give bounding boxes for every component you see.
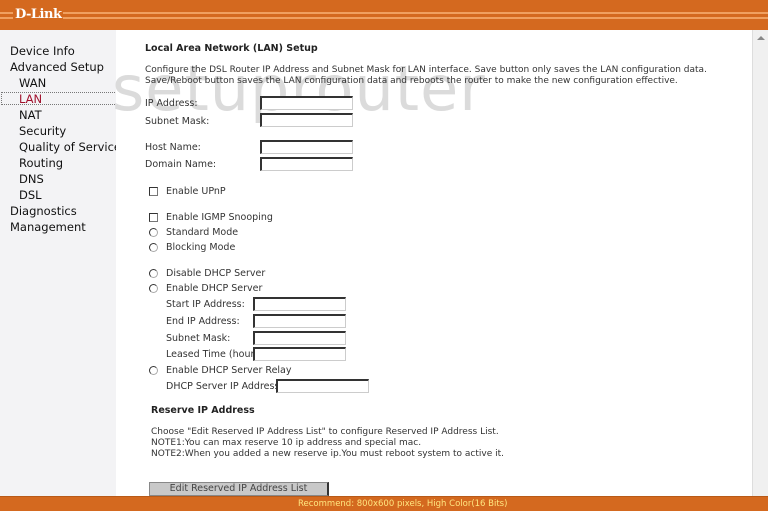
sidebar-item-diagnostics[interactable]: Diagnostics (10, 204, 77, 218)
sidebar-item-device-info[interactable]: Device Info (10, 44, 75, 58)
sidebar-item-advanced-setup[interactable]: Advanced Setup (10, 60, 104, 74)
header-banner: D-Link (0, 0, 768, 30)
page-description: Configure the DSL Router IP Address and … (145, 65, 707, 86)
vertical-scrollbar[interactable] (752, 30, 768, 496)
sidebar-item-security[interactable]: Security (19, 124, 66, 138)
domain-name-label: Domain Name: (145, 159, 217, 170)
disable-dhcp-label: Disable DHCP Server (166, 268, 266, 279)
start-ip-input[interactable] (253, 297, 346, 311)
enable-dhcp-label: Enable DHCP Server (166, 283, 263, 294)
blocking-mode-radio[interactable] (149, 243, 158, 252)
sidebar-item-wan[interactable]: WAN (19, 76, 46, 90)
dlink-logo: D-Link (13, 7, 64, 22)
standard-mode-radio[interactable] (149, 228, 158, 237)
enable-dhcp-radio[interactable] (149, 284, 158, 293)
scroll-up-arrow-icon[interactable] (757, 36, 765, 40)
dhcp-server-ip-label: DHCP Server IP Address: (166, 381, 283, 392)
enable-igmp-label: Enable IGMP Snooping (166, 212, 273, 223)
page-title: Local Area Network (LAN) Setup (145, 43, 318, 54)
sidebar-item-lan[interactable]: LAN (19, 92, 42, 106)
dhcp-relay-radio[interactable] (149, 366, 158, 375)
reserve-ip-note2: NOTE2:When you added a new reserve ip.Yo… (151, 449, 504, 459)
lease-time-input[interactable] (253, 347, 346, 361)
domain-name-input[interactable] (260, 157, 353, 171)
end-ip-input[interactable] (253, 314, 346, 328)
host-name-input[interactable] (260, 140, 353, 154)
header-stripe (0, 17, 768, 19)
ip-address-input[interactable] (260, 96, 353, 110)
sidebar-item-nat[interactable]: NAT (19, 108, 42, 122)
reserve-ip-note1: NOTE1:You can max reserve 10 ip address … (151, 438, 422, 448)
enable-upnp-checkbox[interactable] (149, 187, 158, 196)
end-ip-label: End IP Address: (166, 316, 240, 327)
reserve-ip-instructions: Choose "Edit Reserved IP Address List" t… (151, 427, 499, 437)
sidebar-item-dns[interactable]: DNS (19, 172, 44, 186)
start-ip-label: Start IP Address: (166, 299, 245, 310)
ip-address-label: IP Address: (145, 98, 198, 109)
host-name-label: Host Name: (145, 142, 201, 153)
disable-dhcp-radio[interactable] (149, 269, 158, 278)
edit-reserved-ip-list-button[interactable]: Edit Reserved IP Address List (149, 482, 329, 496)
subnet-mask-input[interactable] (260, 113, 353, 127)
footer-bar: Recommend: 800x600 pixels, High Color(16… (0, 496, 768, 511)
dhcp-relay-label: Enable DHCP Server Relay (166, 365, 292, 376)
resolution-recommendation: Recommend: 800x600 pixels, High Color(16… (298, 499, 508, 509)
sidebar-item-dsl[interactable]: DSL (19, 188, 42, 202)
lease-time-label: Leased Time (hour): (166, 349, 262, 360)
sidebar-item-routing[interactable]: Routing (19, 156, 63, 170)
standard-mode-label: Standard Mode (166, 227, 239, 238)
sidebar-item-quality-of-service[interactable]: Quality of Service (19, 140, 121, 154)
enable-igmp-checkbox[interactable] (149, 213, 158, 222)
dhcp-subnet-mask-input[interactable] (253, 331, 346, 345)
header-stripe (0, 12, 768, 14)
dhcp-subnet-mask-label: Subnet Mask: (166, 333, 231, 344)
reserve-ip-title: Reserve IP Address (151, 405, 255, 416)
enable-upnp-label: Enable UPnP (166, 186, 226, 197)
subnet-mask-label: Subnet Mask: (145, 116, 210, 127)
dhcp-server-ip-input[interactable] (276, 379, 369, 393)
blocking-mode-label: Blocking Mode (166, 242, 236, 253)
sidebar-item-management[interactable]: Management (10, 220, 86, 234)
